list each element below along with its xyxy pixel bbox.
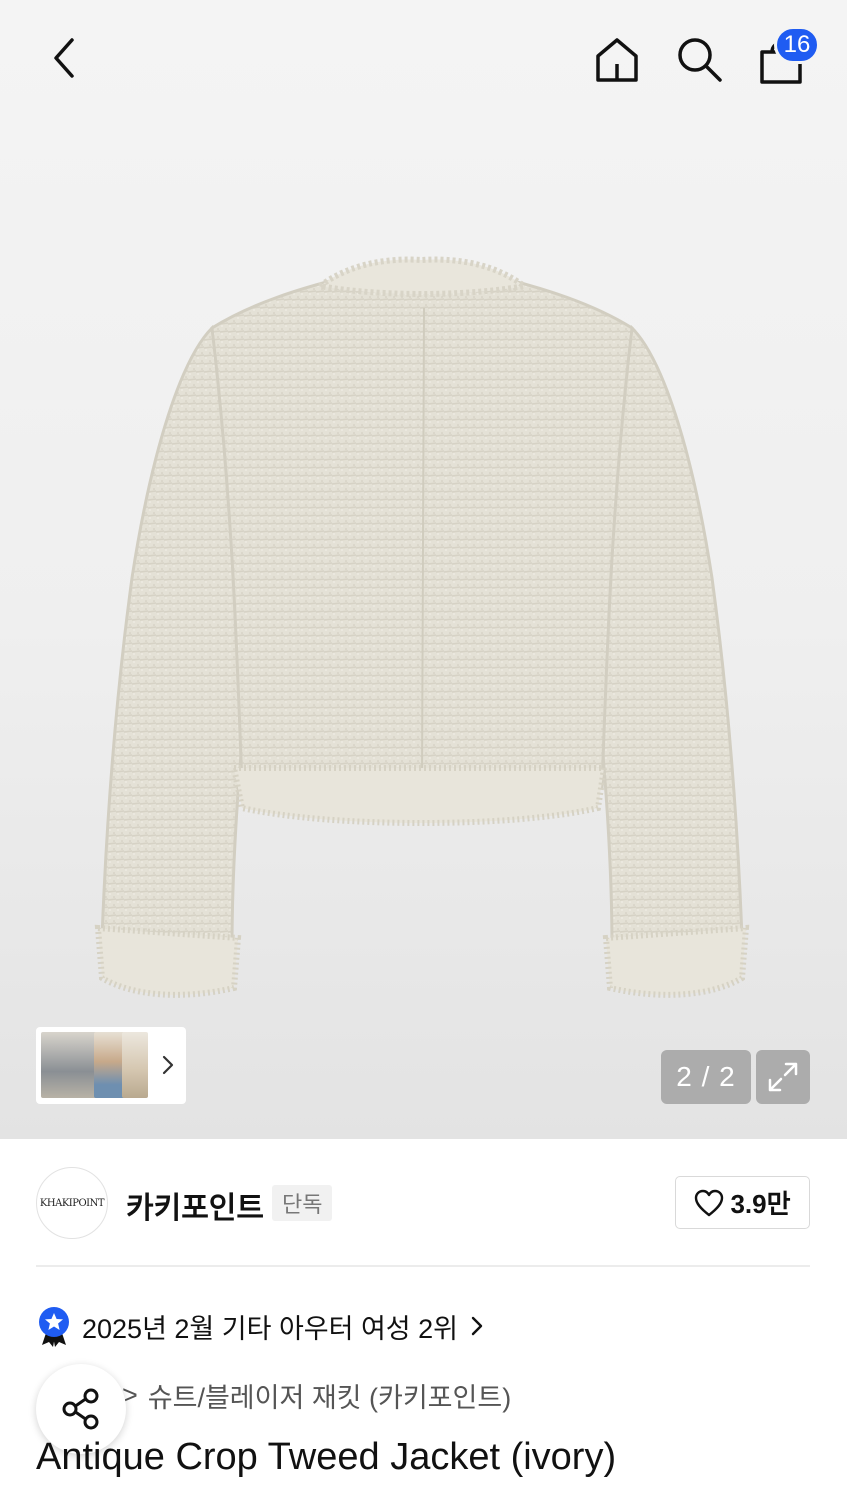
heart-icon xyxy=(695,1189,724,1216)
exclusive-badge: 단독 xyxy=(272,1185,333,1221)
ranking-text: 2025년 2월 기타 아우터 여성 2위 xyxy=(82,1313,459,1344)
brand-name[interactable]: 카키포인트 xyxy=(126,1183,264,1227)
thumbnail-strip[interactable] xyxy=(36,1027,186,1104)
thumbnail-image[interactable] xyxy=(41,1032,99,1098)
product-image xyxy=(94,256,750,998)
section-divider xyxy=(36,1265,810,1267)
cart-count-badge: 16 xyxy=(774,26,820,64)
chevron-right-icon xyxy=(162,1055,174,1075)
search-icon xyxy=(678,38,722,82)
home-button[interactable] xyxy=(588,30,646,88)
thumbnail-image[interactable] xyxy=(122,1032,148,1098)
expand-icon xyxy=(768,1062,798,1092)
product-image-gallery[interactable]: 16 2 / 2 xyxy=(0,0,847,1139)
like-button[interactable]: 3.9만 xyxy=(675,1176,810,1229)
chevron-left-icon xyxy=(54,38,74,78)
image-counter: 2 / 2 xyxy=(661,1050,751,1104)
like-count: 3.9만 xyxy=(730,1189,791,1219)
share-icon xyxy=(62,1388,99,1430)
search-button[interactable] xyxy=(670,30,728,88)
brand-row: KHAKIPOINT 카키포인트 단독 3.9만 xyxy=(0,1139,847,1267)
brand-logo[interactable]: KHAKIPOINT xyxy=(36,1167,108,1239)
chevron-right-icon xyxy=(471,1316,483,1336)
top-navigation-bar: 16 xyxy=(0,0,847,120)
back-button[interactable] xyxy=(36,30,92,86)
home-icon xyxy=(596,38,638,82)
product-title: Antique Crop Tweed Jacket (ivory) xyxy=(36,1436,617,1478)
brand-logo-text: KHAKIPOINT xyxy=(39,1197,105,1209)
category-path[interactable]: 슈트/블레이저 재킷 (카키포인트) xyxy=(148,1376,511,1415)
ranking-badge-icon xyxy=(39,1307,69,1347)
expand-button[interactable] xyxy=(756,1050,810,1104)
ranking-link[interactable]: 2025년 2월 기타 아우터 여성 2위 xyxy=(36,1300,484,1352)
